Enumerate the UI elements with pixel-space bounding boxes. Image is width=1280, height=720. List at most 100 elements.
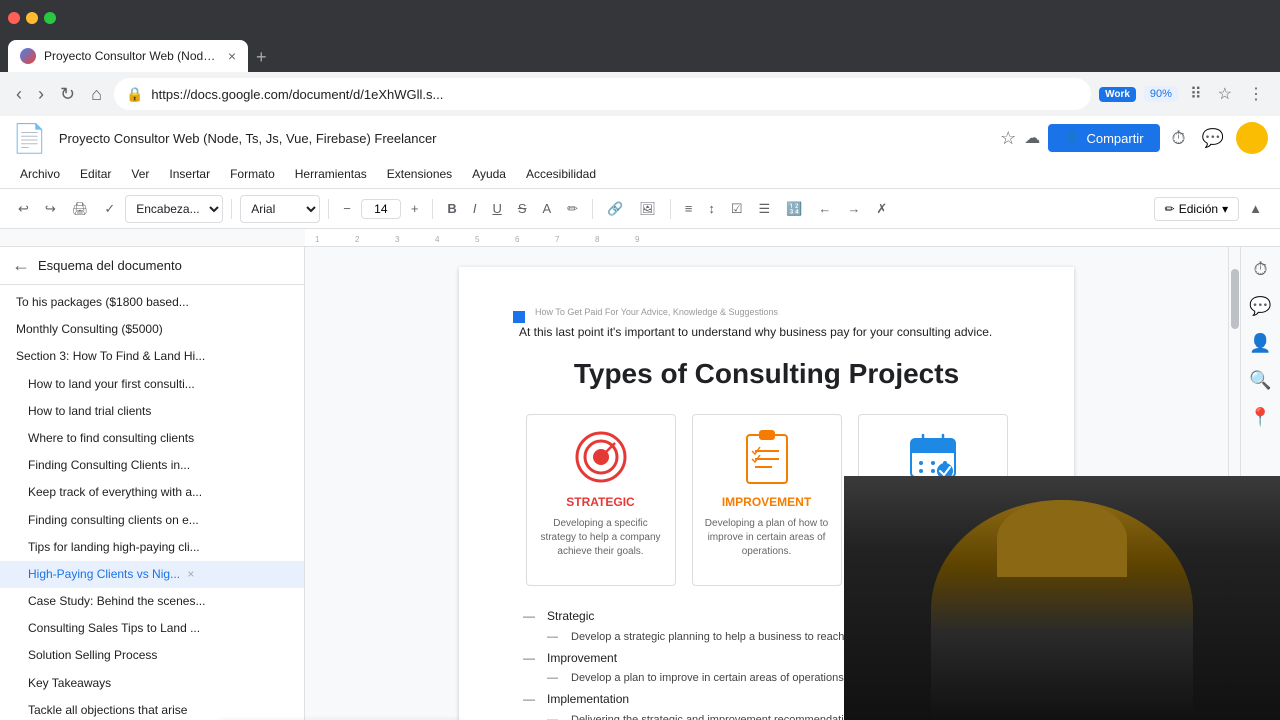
sidebar-item-monthly[interactable]: Monthly Consulting ($5000)	[0, 316, 304, 343]
menu-herramientas[interactable]: Herramientas	[287, 165, 375, 183]
strikethrough-button[interactable]: S	[512, 197, 533, 220]
menu-editar[interactable]: Editar	[72, 165, 119, 183]
clear-format-button[interactable]: ✗	[870, 197, 893, 221]
ruler-mark-1: 1	[315, 235, 319, 244]
document-outline-sidebar: ← Esquema del documento To his packages …	[0, 247, 305, 720]
spell-check-button[interactable]: ✓	[98, 197, 121, 221]
docs-logo-icon: 📄	[12, 122, 47, 155]
comments-button[interactable]: 💬	[1198, 124, 1228, 153]
new-tab-button[interactable]: +	[248, 43, 275, 72]
browser-frame: Proyecto Consultor Web (Node... × + ‹ › …	[0, 0, 1280, 720]
tab-bar: Proyecto Consultor Web (Node... × +	[0, 36, 1280, 72]
history-button[interactable]: ⏱	[1168, 124, 1190, 153]
link-button[interactable]: 🔗	[601, 197, 629, 221]
italic-button[interactable]: I	[467, 197, 483, 220]
sidebar-item-solution-selling[interactable]: Solution Selling Process	[0, 642, 304, 669]
numbered-list-button[interactable]: 🔢	[780, 197, 808, 221]
docs-title: Proyecto Consultor Web (Node, Ts, Js, Vu…	[59, 131, 992, 146]
address-bar[interactable]: 🔒 https://docs.google.com/document/d/1eX…	[114, 78, 1091, 110]
menu-accesibilidad[interactable]: Accesibilidad	[518, 165, 604, 183]
strategic-label: STRATEGIC	[566, 495, 634, 509]
ruler-mark-7: 7	[555, 235, 559, 244]
font-select[interactable]: Arial	[240, 195, 320, 223]
sidebar-item-first[interactable]: How to land your first consulti...	[0, 371, 304, 398]
tab-close-button[interactable]: ×	[228, 48, 236, 64]
highlight-button[interactable]: ✏	[561, 197, 584, 221]
image-button[interactable]: 🖼	[633, 197, 662, 221]
decrease-indent-button[interactable]: ←	[812, 197, 837, 220]
right-comment-icon[interactable]: 💬	[1245, 292, 1275, 321]
close-window-button[interactable]	[8, 12, 20, 24]
right-search-icon[interactable]: 🔍	[1245, 366, 1275, 395]
sidebar-item-packages[interactable]: To his packages ($1800 based...	[0, 289, 304, 316]
bookmarks-icon: ☆	[1214, 80, 1236, 108]
align-button[interactable]: ≡	[679, 197, 699, 220]
bullet-strategic-main: Strategic	[547, 609, 594, 623]
menu-archivo[interactable]: Archivo	[12, 165, 68, 183]
sidebar-item-keep-track[interactable]: Keep track of everything with a...	[0, 479, 304, 506]
underline-button[interactable]: U	[486, 197, 507, 220]
improvement-label: IMPROVEMENT	[722, 495, 811, 509]
chevron-down-icon: ▾	[1222, 202, 1228, 216]
window-controls	[8, 12, 56, 24]
sidebar-item-finding-in[interactable]: Finding Consulting Clients in...	[0, 452, 304, 479]
sidebar-item-section3[interactable]: Section 3: How To Find & Land Hi...	[0, 343, 304, 370]
video-person	[844, 476, 1280, 720]
sidebar-item-highpaying[interactable]: High-Paying Clients vs Nig... ×	[0, 561, 304, 588]
menu-ayuda[interactable]: Ayuda	[464, 165, 514, 183]
line-spacing-button[interactable]: ↕	[702, 197, 721, 220]
menu-extensiones[interactable]: Extensiones	[379, 165, 460, 183]
title-bar	[0, 0, 1280, 36]
checklist-button[interactable]: ☑	[725, 197, 749, 221]
browser-tab[interactable]: Proyecto Consultor Web (Node... ×	[8, 40, 248, 72]
edit-mode-button[interactable]: ✏ Edición ▾	[1154, 197, 1239, 221]
minimize-window-button[interactable]	[26, 12, 38, 24]
sidebar-item-tips[interactable]: Tips for landing high-paying cli...	[0, 534, 304, 561]
decrease-font-button[interactable]: −	[337, 197, 357, 220]
user-avatar[interactable]	[1236, 122, 1268, 154]
sidebar-item-where[interactable]: Where to find consulting clients	[0, 425, 304, 452]
menu-formato[interactable]: Formato	[222, 165, 283, 183]
undo-button[interactable]: ↩	[12, 197, 35, 221]
print-button[interactable]: 🖨	[66, 197, 95, 221]
home-button[interactable]: ⌂	[87, 80, 106, 109]
sidebar-item-finding-on[interactable]: Finding consulting clients on e...	[0, 507, 304, 534]
increase-indent-button[interactable]: →	[841, 197, 866, 220]
scrollbar-thumb[interactable]	[1231, 269, 1239, 329]
sidebar-item-case-study[interactable]: Case Study: Behind the scenes...	[0, 588, 304, 615]
heading-style-select[interactable]: Encabeza...	[125, 195, 223, 223]
share-button[interactable]: 👤 Compartir	[1048, 124, 1159, 152]
sidebar-item-key-takeaways[interactable]: Key Takeaways	[0, 670, 304, 697]
ruler-inner: 1 2 3 4 5 6 7 8 9	[305, 229, 1280, 246]
divider-4	[592, 199, 593, 219]
font-size-input[interactable]: 14	[361, 199, 401, 219]
star-button[interactable]: ☆	[1000, 128, 1016, 149]
sidebar-item-sales-tips[interactable]: Consulting Sales Tips to Land ...	[0, 615, 304, 642]
docs-toolbar: 📄 Proyecto Consultor Web (Node, Ts, Js, …	[0, 116, 1280, 229]
right-history-icon[interactable]: ⏱	[1249, 255, 1271, 284]
right-location-icon[interactable]: 📍	[1245, 403, 1275, 432]
main-content-area: ← Esquema del documento To his packages …	[0, 247, 1280, 720]
nav-bar: ‹ › ↻ ⌂ 🔒 https://docs.google.com/docume…	[0, 72, 1280, 116]
increase-font-button[interactable]: +	[405, 197, 425, 220]
sidebar-item-objections[interactable]: Tackle all objections that arise	[0, 697, 304, 720]
bold-button[interactable]: B	[441, 197, 462, 220]
back-button[interactable]: ‹	[12, 80, 26, 109]
menu-insertar[interactable]: Insertar	[161, 165, 218, 183]
collapse-toolbar-button[interactable]: ▲	[1243, 197, 1268, 220]
refresh-button[interactable]: ↻	[56, 80, 79, 109]
forward-button[interactable]: ›	[34, 80, 48, 109]
redo-button[interactable]: ↪	[39, 197, 62, 221]
browser-menu-icon[interactable]: ⋮	[1244, 80, 1268, 108]
improvement-icon	[737, 427, 797, 487]
right-person-icon[interactable]: 👤	[1245, 329, 1275, 358]
menu-ver[interactable]: Ver	[123, 165, 157, 183]
text-color-button[interactable]: A	[537, 197, 558, 220]
video-overlay	[844, 476, 1280, 720]
bullet-list-button[interactable]: ☰	[753, 197, 777, 221]
bullet-improvement-main: Improvement	[547, 651, 617, 665]
sidebar-item-trial[interactable]: How to land trial clients	[0, 398, 304, 425]
maximize-window-button[interactable]	[44, 12, 56, 24]
divider-5	[670, 199, 671, 219]
sidebar-back-button[interactable]: ←	[12, 255, 30, 276]
